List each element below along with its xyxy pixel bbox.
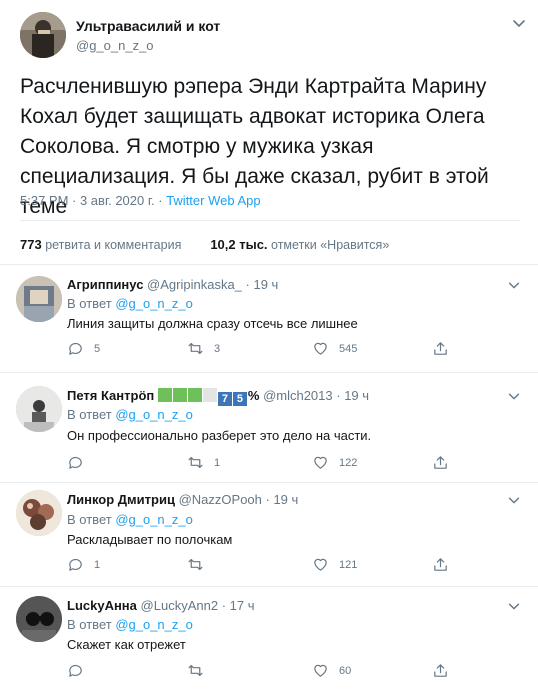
heart-icon — [314, 456, 327, 469]
tweet-author: Ультравасилий и кот @g_o_n_z_o — [20, 12, 530, 60]
comment-button[interactable] — [67, 662, 94, 679]
badge-digit: 7 — [217, 392, 232, 406]
divider — [0, 264, 538, 265]
retweet-icon — [188, 664, 203, 677]
heart-icon — [314, 558, 327, 571]
heart-icon — [314, 342, 327, 355]
like-count: 121 — [339, 558, 358, 571]
chevron-down-icon[interactable] — [506, 388, 522, 404]
comment-icon — [69, 558, 82, 571]
divider — [0, 372, 538, 373]
comment-button[interactable]: 1 — [67, 556, 100, 573]
share-button[interactable] — [432, 340, 459, 357]
in-reply-prefix: В ответ — [67, 512, 116, 527]
retweet-button[interactable] — [187, 662, 214, 679]
reply-time[interactable]: · 19 ч — [246, 277, 279, 292]
reply-author-handle[interactable]: @LuckyAnn2 — [141, 598, 219, 613]
like-button[interactable]: 122 — [312, 454, 357, 471]
comment-button[interactable] — [67, 454, 94, 471]
reply-author-name[interactable]: Агриппинус — [67, 277, 143, 292]
chevron-down-icon[interactable] — [506, 492, 522, 508]
in-reply-to: В ответ @g_o_n_z_o — [67, 407, 193, 422]
like-count: 60 — [339, 664, 352, 677]
like-button[interactable]: 121 — [312, 556, 357, 573]
in-reply-prefix: В ответ — [67, 617, 116, 632]
retweets-label[interactable]: ретвита и комментария — [45, 238, 181, 252]
reply-author-handle[interactable]: @NazzOPooh — [179, 492, 262, 507]
like-button[interactable]: 60 — [312, 662, 351, 679]
share-icon — [434, 558, 447, 571]
retweets-count[interactable]: 773 — [20, 237, 42, 252]
retweet-button[interactable]: 3 — [187, 340, 220, 357]
in-reply-handle[interactable]: @g_o_n_z_o — [115, 296, 193, 311]
in-reply-handle[interactable]: @g_o_n_z_o — [115, 407, 193, 422]
reply-author-handle[interactable]: @Agripinkaska_ — [147, 277, 242, 292]
retweet-icon — [188, 342, 203, 355]
avatar[interactable] — [16, 596, 62, 642]
like-button[interactable]: 545 — [312, 340, 357, 357]
tweet-source[interactable]: Twitter Web App — [166, 193, 260, 208]
badge-percent: % — [247, 388, 260, 403]
badge-digit: 5 — [232, 392, 247, 406]
comment-icon — [69, 456, 82, 469]
retweet-icon — [188, 456, 203, 469]
share-button[interactable] — [432, 556, 459, 573]
reply-text: Он профессионально разберет это дело на … — [67, 428, 372, 443]
divider — [0, 586, 538, 587]
comment-count: 1 — [94, 558, 101, 571]
tweet-stats: 773 ретвита и комментария 10,2 тыс. отме… — [20, 237, 389, 252]
author-name[interactable]: Ультравасилий и кот — [76, 18, 220, 34]
share-icon — [434, 456, 447, 469]
avatar[interactable] — [20, 12, 66, 58]
likes-count[interactable]: 10,2 тыс. — [210, 237, 267, 252]
like-count: 545 — [339, 342, 358, 355]
share-icon — [434, 664, 447, 677]
reply-author-name[interactable]: Петя Кантрöп — [67, 388, 154, 403]
tweet-time-date[interactable]: 5:37 PM · 3 авг. 2020 г. · — [20, 193, 166, 208]
in-reply-to: В ответ @g_o_n_z_o — [67, 617, 193, 632]
in-reply-handle[interactable]: @g_o_n_z_o — [115, 512, 193, 527]
chevron-down-icon[interactable] — [506, 598, 522, 614]
in-reply-to: В ответ @g_o_n_z_o — [67, 296, 193, 311]
divider — [20, 220, 520, 221]
reply-time[interactable]: · 17 ч — [222, 598, 255, 613]
retweet-count: 1 — [214, 456, 221, 469]
reply-time[interactable]: · 19 ч — [266, 492, 299, 507]
chevron-down-icon[interactable] — [510, 14, 528, 32]
comment-count: 5 — [94, 342, 101, 355]
avatar[interactable] — [16, 490, 62, 536]
author-handle[interactable]: @g_o_n_z_o — [76, 38, 154, 53]
comment-button[interactable]: 5 — [67, 340, 100, 357]
chevron-down-icon[interactable] — [506, 277, 522, 293]
reply-author-name[interactable]: LuckyАнна — [67, 598, 137, 613]
in-reply-handle[interactable]: @g_o_n_z_o — [115, 617, 193, 632]
retweet-icon — [188, 558, 203, 571]
retweet-count: 3 — [214, 342, 221, 355]
divider — [0, 482, 538, 483]
reply-text: Раскладывает по полочкам — [67, 532, 233, 547]
reply-time[interactable]: · 19 ч — [336, 388, 369, 403]
like-count: 122 — [339, 456, 358, 469]
share-button[interactable] — [432, 662, 459, 679]
retweet-button[interactable]: 1 — [187, 454, 220, 471]
comment-icon — [69, 664, 82, 677]
likes-label[interactable]: отметки «Нравится» — [271, 238, 389, 252]
avatar[interactable] — [16, 386, 62, 432]
in-reply-prefix: В ответ — [67, 407, 116, 422]
reply-text: Скажет как отрежет — [67, 637, 186, 652]
tweet-timestamp: 5:37 PM · 3 авг. 2020 г. · Twitter Web A… — [20, 193, 261, 208]
share-button[interactable] — [432, 454, 459, 471]
heart-icon — [314, 664, 327, 677]
user-badge: 7 5% — [157, 388, 263, 406]
reply-author-handle[interactable]: @mlch2013 — [263, 388, 333, 403]
comment-icon — [69, 342, 82, 355]
reply-text: Линия защиты должна сразу отсечь все лиш… — [67, 316, 358, 331]
in-reply-prefix: В ответ — [67, 296, 116, 311]
in-reply-to: В ответ @g_o_n_z_o — [67, 512, 193, 527]
retweet-button[interactable] — [187, 556, 214, 573]
share-icon — [434, 342, 447, 355]
avatar[interactable] — [16, 276, 62, 322]
reply-author-name[interactable]: Линкор Дмитриц — [67, 492, 175, 507]
